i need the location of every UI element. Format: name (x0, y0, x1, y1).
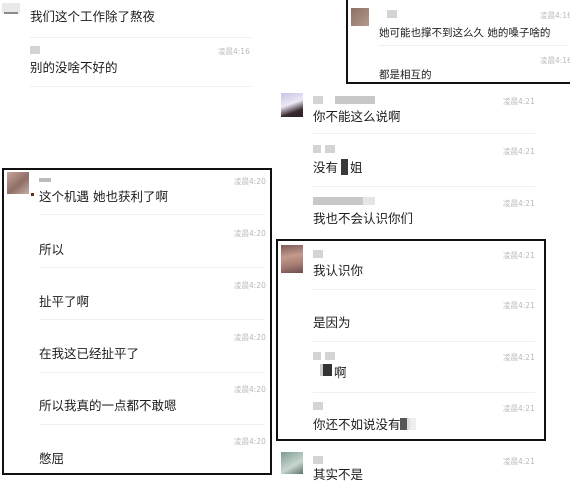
divider (313, 392, 535, 393)
divider (379, 45, 567, 46)
timestamp: 凌晨4:21 (503, 457, 535, 466)
sender-name-redacted (30, 46, 40, 54)
sender-name-redacted (387, 10, 397, 18)
timestamp: 凌晨4:16 (218, 47, 250, 56)
message-text: 在我这已经扯平了 (39, 346, 140, 361)
divider (313, 289, 535, 290)
timestamp: 凌晨4:21 (503, 404, 535, 413)
message-text: 是因为 (313, 315, 351, 330)
divider (39, 214, 264, 215)
timestamp: 凌晨4:21 (503, 301, 535, 310)
sender-name-redacted (313, 197, 375, 205)
timestamp: 凌晨4:21 (503, 97, 535, 106)
sender-name-redacted (313, 96, 375, 104)
avatar[interactable] (281, 245, 303, 273)
message-text: 你还不如说没有 (313, 417, 401, 432)
message-text: 这个机遇 她也获利了啊 (39, 189, 168, 204)
message-text: 啊 (334, 365, 347, 380)
message-text: 所以我真的一点都不敢嗯 (39, 398, 177, 413)
divider (30, 86, 252, 87)
sender-name-redacted (313, 352, 335, 360)
avatar[interactable] (281, 452, 303, 474)
avatar-accent (4, 12, 18, 14)
sender-name-redacted (39, 178, 51, 182)
message-text: 她可能也撑不到这么久 她的嗓子啥的 (379, 27, 551, 39)
timestamp: 凌晨4:20 (234, 229, 266, 238)
sender-name-redacted (313, 145, 335, 153)
timestamp: 凌晨4:21 (503, 251, 535, 260)
redaction-block (400, 418, 416, 430)
avatar[interactable] (281, 93, 303, 117)
message-text: 我认识你 (313, 263, 364, 278)
message-text: 别的没啥不好的 (30, 60, 118, 75)
message-text: 憋屈 (39, 451, 65, 466)
redaction-block (341, 159, 348, 175)
avatar[interactable] (351, 8, 369, 26)
timestamp: 凌晨4:16 (540, 11, 570, 20)
divider (313, 341, 535, 342)
avatar[interactable] (7, 172, 29, 194)
message-text: 我们这个工作除了熬夜 (30, 9, 156, 24)
timestamp: 凌晨4:20 (234, 177, 266, 186)
sender-name-redacted (313, 456, 323, 464)
timestamp: 凌晨4:20 (234, 333, 266, 342)
message-text: 扯平了啊 (39, 294, 90, 309)
message-text: 姐 (350, 160, 363, 175)
redaction-block (320, 364, 332, 376)
message-text: 所以 (39, 242, 65, 257)
timestamp: 凌晨4:20 (234, 385, 266, 394)
message-text: 你不能这么说啊 (313, 109, 401, 124)
divider (313, 186, 535, 187)
divider (39, 267, 264, 268)
timestamp: 凌晨4:16 (540, 56, 570, 65)
divider (39, 372, 264, 373)
timestamp: 凌晨4:21 (503, 353, 535, 362)
sender-name-redacted (313, 250, 323, 258)
message-text: 其实不是 (313, 467, 364, 482)
timestamp: 凌晨4:21 (503, 199, 535, 208)
divider (39, 424, 264, 425)
divider (313, 133, 535, 134)
sender-name-redacted (313, 402, 323, 410)
message-text: 都是相互的 (379, 69, 432, 81)
timestamp: 凌晨4:20 (234, 437, 266, 446)
dot-marker (31, 193, 34, 196)
message-text: 我也不会认识你们 (313, 211, 414, 226)
message-text: 没有 (313, 160, 339, 175)
timestamp: 凌晨4:21 (503, 147, 535, 156)
timestamp: 凌晨4:20 (234, 281, 266, 290)
divider (39, 319, 264, 320)
divider (30, 37, 252, 38)
